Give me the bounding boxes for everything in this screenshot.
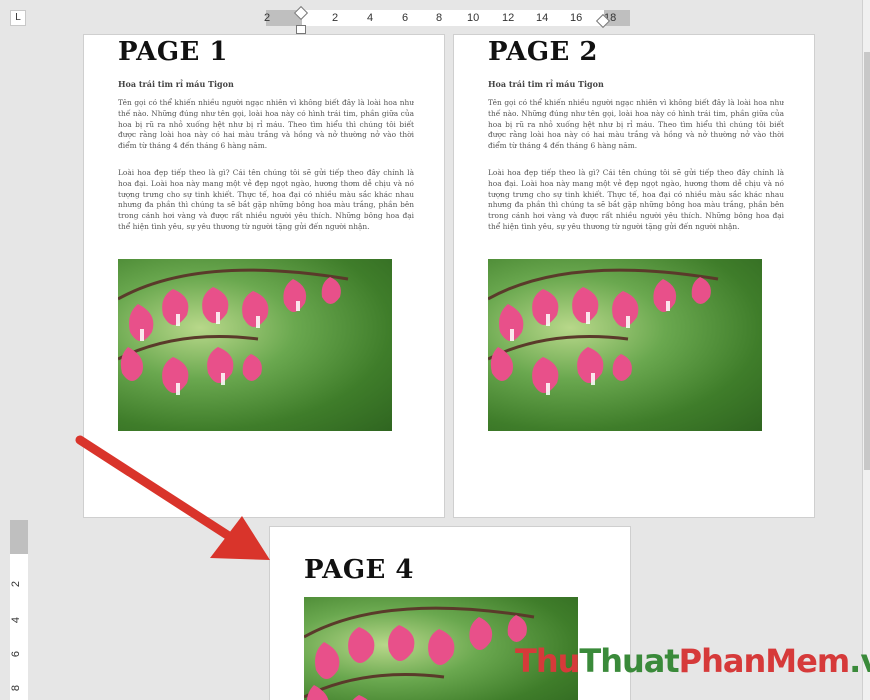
watermark-part: .vn	[849, 642, 870, 680]
ruler-tick: 10	[467, 12, 480, 24]
section-subtitle[interactable]: Hoa trái tim rỉ máu Tigon	[488, 79, 604, 89]
ruler-tick: 12	[502, 12, 515, 24]
watermark-part: Thuat	[579, 642, 679, 680]
site-watermark: ThuThuatPhanMem.vn	[515, 642, 870, 680]
ruler-tick: 6	[10, 650, 23, 658]
horizontal-ruler[interactable]: L 2 2 4 6 8 10 12 14 16 18	[0, 0, 862, 34]
flower-illustration	[118, 268, 349, 395]
ruler-tick: 14	[536, 12, 549, 24]
vertical-scrollbar[interactable]	[862, 0, 870, 700]
flower-illustration	[488, 268, 719, 395]
ruler-tick: 2	[10, 580, 23, 588]
ruler-tick: 8	[10, 684, 23, 692]
ruler-tick: 2	[332, 12, 339, 24]
red-arrow-annotation	[75, 435, 270, 560]
ruler-tick: 6	[402, 12, 409, 24]
page-heading[interactable]: PAGE 1	[118, 37, 228, 67]
body-paragraph[interactable]: Tên gọi có thể khiến nhiều người ngạc nh…	[488, 98, 784, 164]
scrollbar-thumb[interactable]	[864, 52, 870, 470]
ruler-tick: 16	[570, 12, 583, 24]
bleeding-heart-flower-image[interactable]	[488, 259, 762, 431]
watermark-part: Thu	[515, 642, 580, 680]
bleeding-heart-flower-image[interactable]	[118, 259, 392, 431]
ruler-tick: 4	[367, 12, 374, 24]
ruler-tick: 8	[436, 12, 443, 24]
vertical-ruler-top-margin	[10, 520, 28, 554]
ruler-tick: 2	[264, 12, 271, 24]
left-indent-marker[interactable]	[296, 25, 306, 34]
body-paragraph[interactable]: Tên gọi có thể khiến nhiều người ngạc nh…	[118, 98, 414, 164]
body-paragraph[interactable]: Loài hoa đẹp tiếp theo là gì? Cái tên ch…	[488, 168, 784, 256]
watermark-part: PhanMem	[678, 642, 850, 680]
section-subtitle[interactable]: Hoa trái tim rỉ máu Tigon	[118, 79, 234, 89]
vertical-ruler[interactable]: 2 4 6 8	[10, 520, 28, 700]
ruler-tick: 4	[10, 616, 23, 624]
page-heading[interactable]: PAGE 4	[304, 555, 414, 585]
document-page-2[interactable]: PAGE 2 Hoa trái tim rỉ máu Tigon Tên gọi…	[453, 34, 815, 518]
page-heading[interactable]: PAGE 2	[488, 37, 598, 67]
tab-selector-button[interactable]: L	[10, 10, 26, 26]
body-paragraph[interactable]: Loài hoa đẹp tiếp theo là gì? Cái tên ch…	[118, 168, 414, 256]
